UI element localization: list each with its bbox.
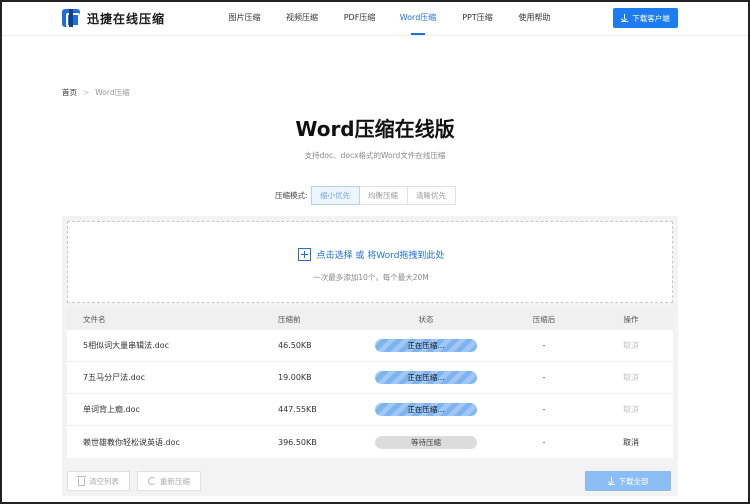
table-header: 文件名 压缩前 状态 压缩后 操作	[67, 309, 673, 330]
clear-list-button[interactable]: 清空列表	[67, 471, 130, 491]
nav-item-image[interactable]: 图片压缩	[228, 0, 261, 36]
compress-panel: 点击选择 或 将Word拖拽到此处 一次最多添加10个，每个最大20M 文件名 …	[62, 216, 678, 496]
size-before: 447.55KB	[278, 405, 317, 414]
breadcrumb: 首页 > Word压缩	[62, 87, 130, 98]
header-action: 操作	[623, 315, 639, 324]
mode-option-balanced[interactable]: 均衡压缩	[358, 186, 408, 205]
status-progress: 正在压缩...	[375, 403, 477, 416]
nav-item-pdf[interactable]: PDF压缩	[343, 0, 376, 36]
nav-item-help[interactable]: 使用帮助	[518, 0, 551, 36]
cancel-button[interactable]: 取消	[589, 404, 673, 415]
header-before: 压缩前	[278, 315, 301, 324]
download-client-label: 下载客户端	[632, 13, 670, 23]
size-after: -	[542, 405, 546, 414]
size-after: -	[542, 437, 546, 447]
status-progress: 正在压缩...	[375, 339, 477, 352]
recompress-button[interactable]: 重新压缩	[137, 471, 201, 491]
status-progress: 正在压缩...	[375, 371, 477, 384]
table-row: 单词背上瘾.doc 447.55KB 正在压缩... - 取消	[67, 394, 673, 426]
cancel-button[interactable]: 取消	[589, 340, 673, 351]
upload-text: 点击选择 或 将Word拖拽到此处	[316, 251, 445, 261]
download-all-button[interactable]: 下载全部	[585, 471, 671, 491]
status-cell: 正在压缩...	[353, 371, 499, 384]
refresh-icon	[148, 477, 156, 485]
status-waiting: 等待压缩	[375, 435, 477, 449]
table-row: 5相似词大量串辑法.doc 46.50KB 正在压缩... - 取消	[67, 330, 673, 362]
app-title: 迅捷在线压缩	[87, 11, 166, 26]
download-client-button[interactable]: 下载客户端	[613, 8, 678, 28]
size-after: -	[542, 341, 546, 350]
file-name: 赖世雄教你轻松说英语.doc	[83, 437, 180, 447]
size-before: 46.50KB	[278, 341, 312, 350]
header-status: 状态	[418, 315, 434, 324]
table-row: 赖世雄教你轻松说英语.doc 396.50KB 等待压缩 - 取消	[67, 426, 673, 458]
page-title: Word压缩在线版	[295, 117, 455, 141]
page-subtitle: 支持doc、docx格式的Word文件在线压缩	[304, 151, 446, 160]
compression-mode: 压缩模式: 缩小优先 均衡压缩 清晰优先	[275, 186, 456, 205]
download-icon	[621, 14, 629, 22]
header-after: 压缩后	[532, 315, 556, 324]
logo[interactable]: 迅捷在线压缩	[62, 9, 165, 27]
header-name: 文件名	[83, 315, 106, 324]
table-row: 7五马分尸法.doc 19.00KB 正在压缩... - 取消	[67, 362, 673, 394]
download-all-label: 下载全部	[618, 476, 649, 486]
cancel-button[interactable]: 取消	[589, 372, 673, 383]
status-cell: 正在压缩...	[353, 339, 499, 352]
mode-option-clarity[interactable]: 清晰优先	[406, 186, 456, 205]
top-header: 迅捷在线压缩 图片压缩 视频压缩 PDF压缩 Word压缩 PPT压缩 使用帮助…	[0, 0, 750, 36]
file-name: 7五马分尸法.doc	[83, 373, 146, 382]
mode-label: 压缩模式:	[275, 191, 308, 200]
add-file-icon	[297, 248, 311, 261]
breadcrumb-separator: >	[83, 88, 90, 97]
main-nav: 图片压缩 视频压缩 PDF压缩 Word压缩 PPT压缩 使用帮助	[228, 0, 551, 36]
upload-main[interactable]: 点击选择 或 将Word拖拽到此处	[68, 248, 674, 261]
status-cell: 正在压缩...	[353, 403, 499, 416]
file-table: 文件名 压缩前 状态 压缩后 操作 5相似词大量串辑法.doc 46.50KB …	[67, 309, 673, 458]
size-after: -	[542, 373, 546, 382]
breadcrumb-current: Word压缩	[95, 88, 130, 97]
download-icon	[607, 477, 615, 485]
status-cell: 等待压缩	[353, 435, 499, 449]
breadcrumb-home[interactable]: 首页	[62, 87, 77, 98]
file-name: 5相似词大量串辑法.doc	[83, 341, 170, 350]
nav-item-ppt[interactable]: PPT压缩	[461, 0, 494, 36]
nav-item-video[interactable]: 视频压缩	[285, 0, 319, 36]
trash-icon	[77, 476, 86, 486]
size-before: 396.50KB	[278, 437, 317, 447]
upload-hint: 一次最多添加10个，每个最大20M	[313, 273, 429, 282]
cancel-button[interactable]: 取消	[589, 437, 673, 448]
clear-list-label: 清空列表	[89, 476, 119, 486]
logo-icon	[62, 9, 80, 27]
nav-item-word[interactable]: Word压缩	[399, 0, 437, 36]
mode-option-smallest[interactable]: 缩小优先	[310, 186, 360, 205]
size-before: 19.00KB	[278, 373, 312, 382]
file-name: 单词背上瘾.doc	[83, 405, 140, 414]
recompress-label: 重新压缩	[160, 476, 190, 486]
upload-dropzone[interactable]: 点击选择 或 将Word拖拽到此处 一次最多添加10个，每个最大20M	[67, 221, 673, 303]
